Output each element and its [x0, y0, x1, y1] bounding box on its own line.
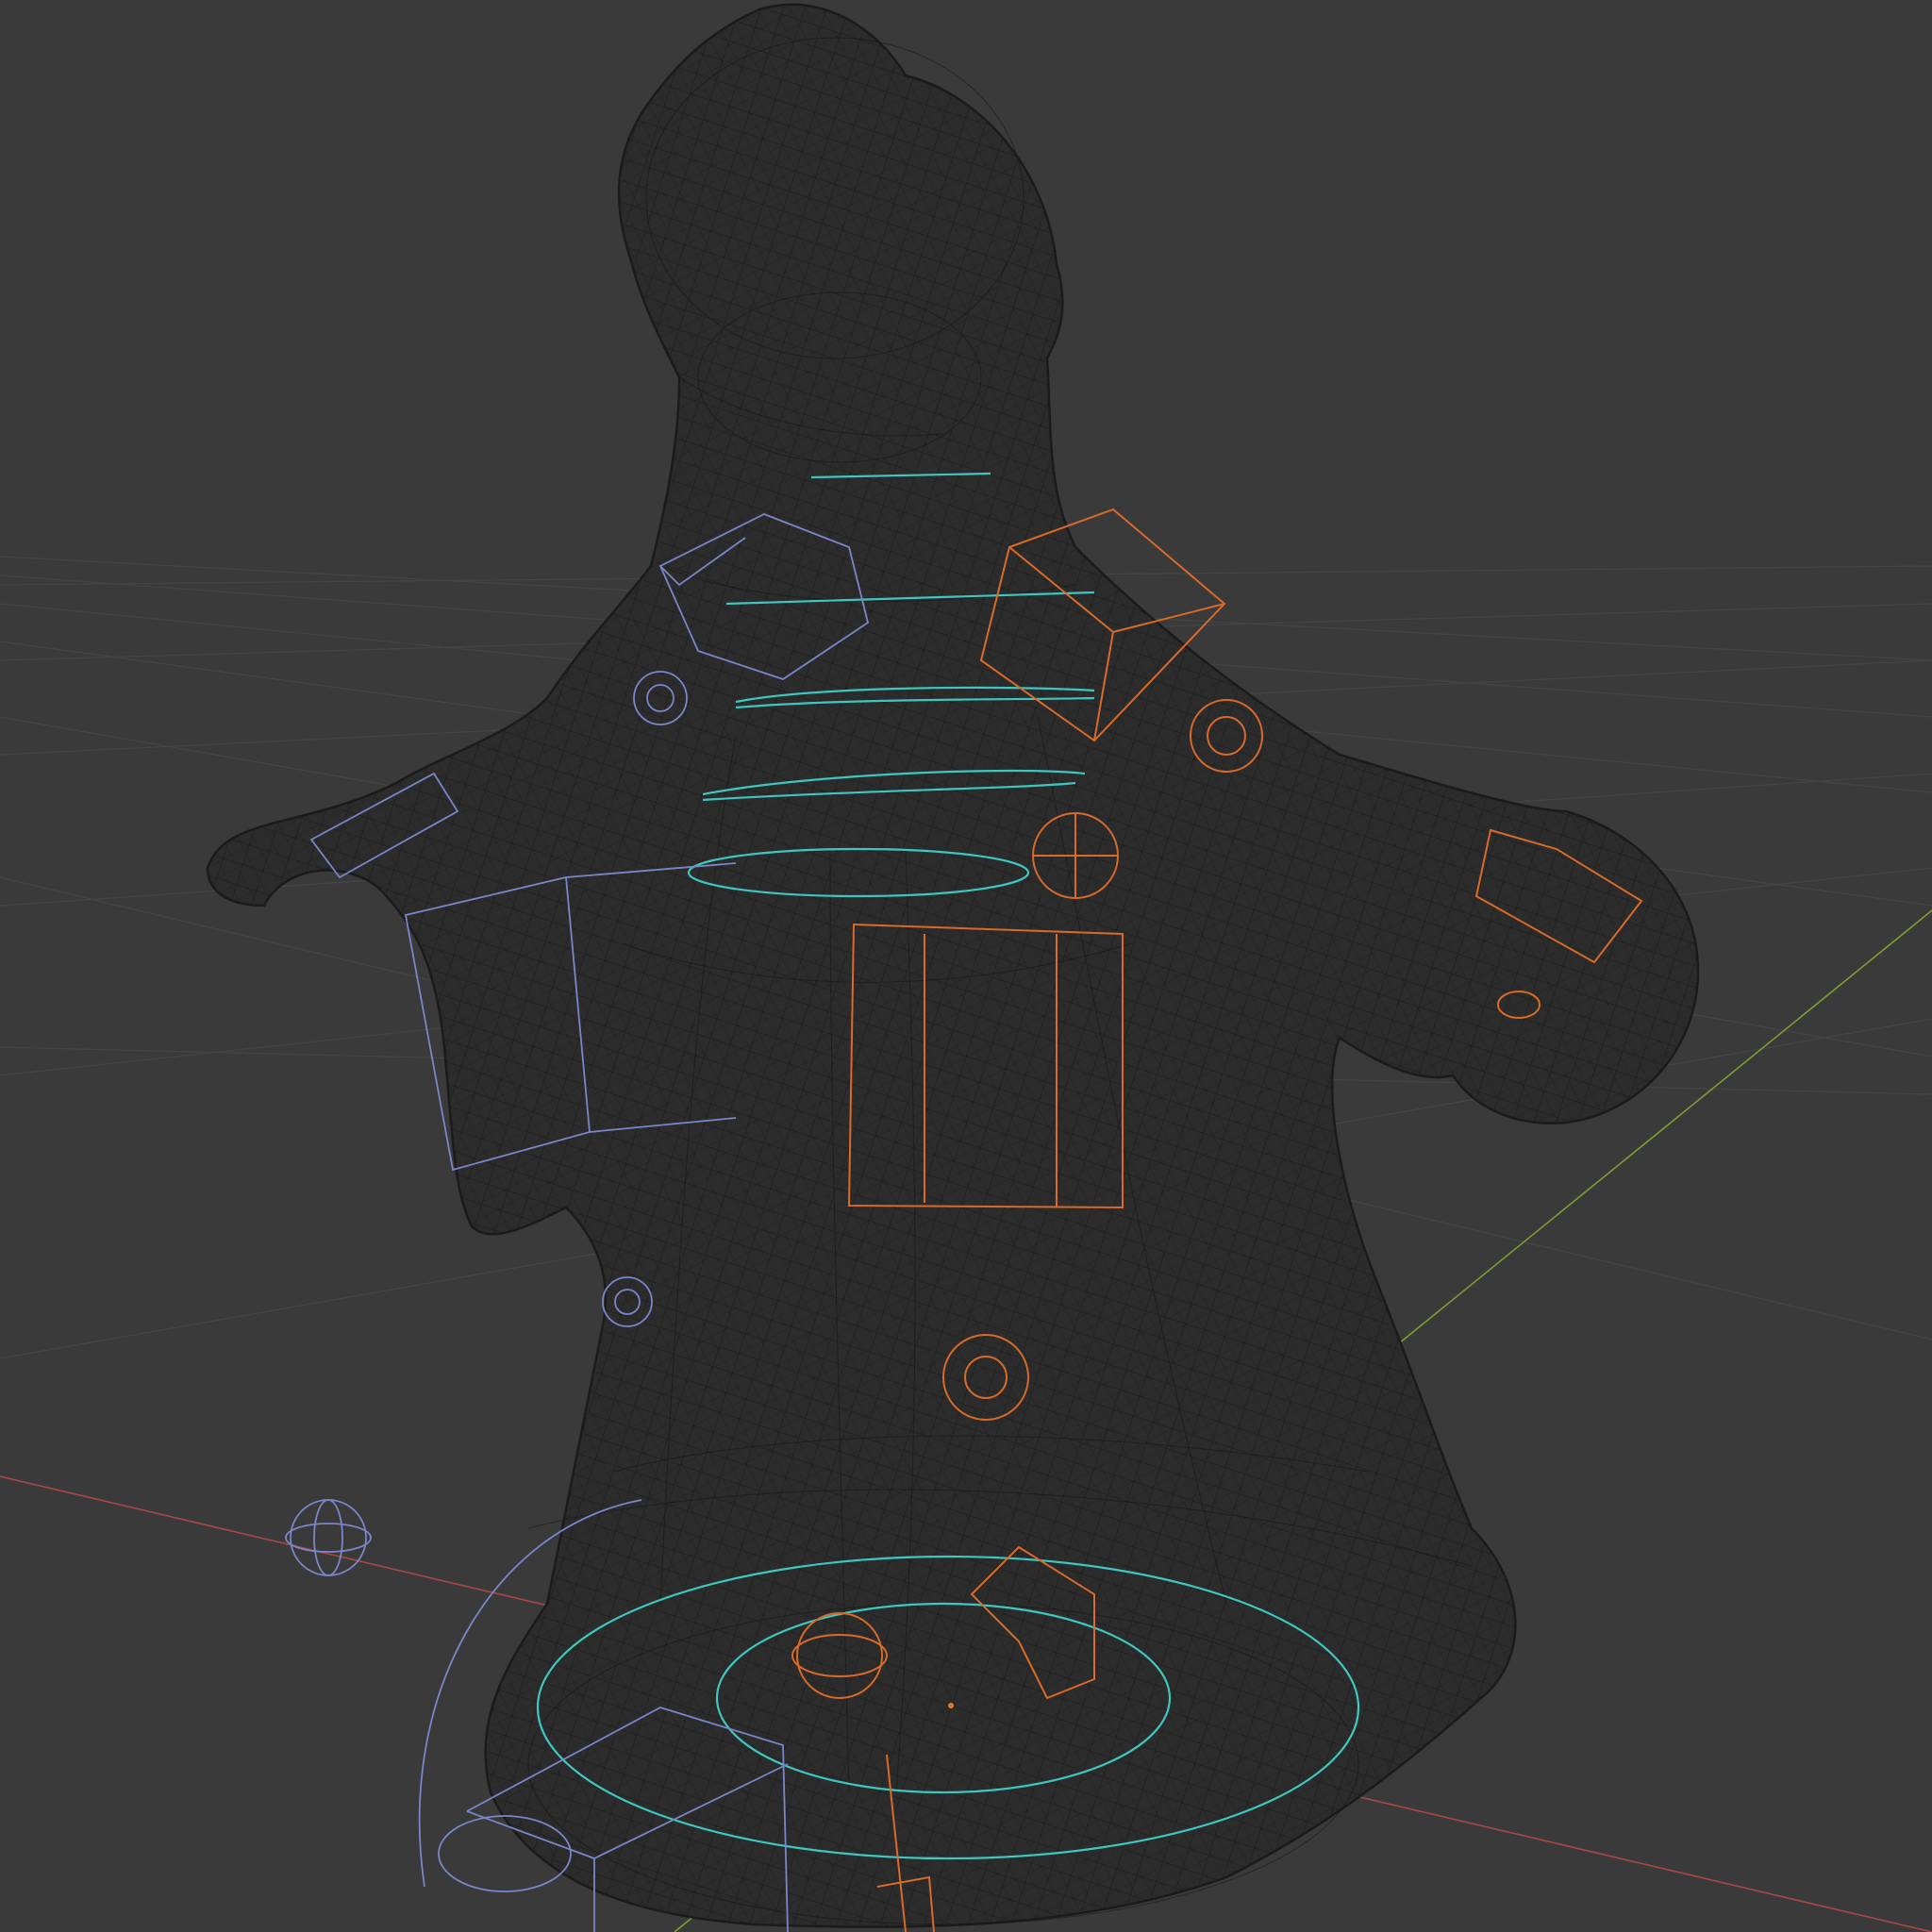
- character-mesh[interactable]: [206, 3, 1700, 1928]
- viewport-canvas[interactable]: [0, 0, 1932, 1932]
- 3d-viewport[interactable]: [0, 0, 1932, 1932]
- origin-point[interactable]: [948, 1703, 954, 1708]
